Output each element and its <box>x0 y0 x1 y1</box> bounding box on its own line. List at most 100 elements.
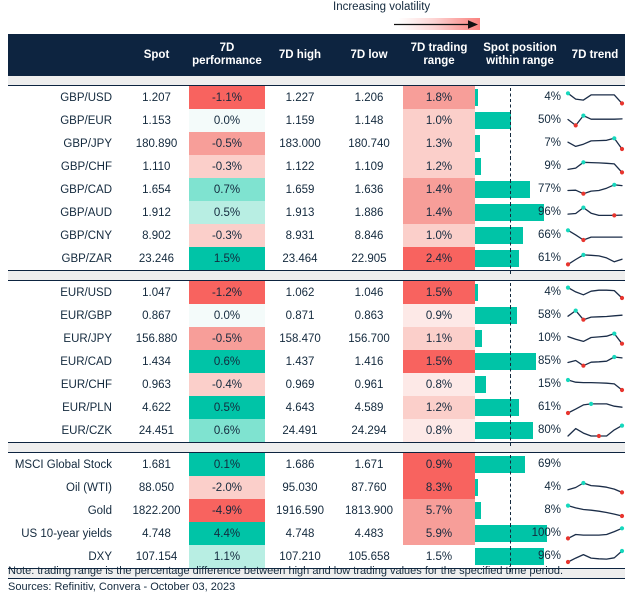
cell-7d-high: 1.437 <box>285 355 315 368</box>
column-header-7d-performance: 7D performance <box>189 34 265 76</box>
cell-7d-high: 95.030 <box>282 481 318 494</box>
cell-spot-position: 9% <box>475 155 565 182</box>
row-label: GBP/CHF <box>60 160 112 173</box>
table-row[interactable]: Oil (WTI) 88.050 -2.0% 95.030 87.760 8.3% 4% <box>8 476 625 503</box>
position-value: 96% <box>537 550 561 562</box>
cell-spot: 1822.200 <box>132 504 181 517</box>
cell-7d-trend <box>565 247 625 271</box>
cell-7d-trading-range: 2.4% <box>403 247 475 271</box>
footer: Note: trading range is the percentage di… <box>8 563 628 595</box>
header-range-line1: 7D trading <box>410 42 468 54</box>
cell-spot-position: 85% <box>475 350 565 377</box>
sparkline-icon <box>567 354 623 368</box>
cell-7d-performance: -1.1% <box>189 85 265 109</box>
cell-7d-performance: -0.5% <box>189 132 265 155</box>
cell-7d-performance: 4.4% <box>189 522 265 545</box>
cell-7d-low: 1813.900 <box>345 504 393 517</box>
table-row[interactable]: EUR/CHF 0.963 -0.4% 0.969 0.961 0.8% 15% <box>8 373 625 400</box>
table-row[interactable]: GBP/AUD 1.912 0.5% 1.913 1.886 1.4% 96% <box>8 201 625 228</box>
cell-7d-performance: 0.0% <box>189 109 265 132</box>
cell-7d-low: 1.886 <box>354 206 384 219</box>
cell-spot: 1.434 <box>142 355 171 368</box>
position-bar-track <box>475 375 547 400</box>
column-header-name <box>8 34 124 76</box>
cell-7d-trading-range: 0.8% <box>403 419 475 443</box>
position-value: 4% <box>544 286 561 298</box>
cell-7d-high: 8.931 <box>285 229 315 242</box>
table-row[interactable]: GBP/CAD 1.654 0.7% 1.659 1.636 1.4% 77% <box>8 178 625 205</box>
cell-7d-trend <box>565 304 625 327</box>
arrow-right-icon <box>394 20 478 29</box>
cell-7d-trading-range: 1.3% <box>403 132 475 155</box>
row-label: GBP/USD <box>60 91 112 104</box>
column-header-7d-high: 7D high <box>265 34 335 76</box>
row-label: EUR/GBP <box>60 309 112 322</box>
cell-7d-trend <box>565 476 625 499</box>
position-bar-track <box>475 157 547 182</box>
table-row[interactable]: GBP/USD 1.207 -1.1% 1.227 1.206 1.8% 4% <box>8 85 625 113</box>
position-value: 10% <box>537 332 561 344</box>
position-value: 80% <box>537 424 561 436</box>
cell-spot: 23.246 <box>138 252 175 265</box>
table-row[interactable]: GBP/ZAR 23.246 1.5% 23.464 22.905 2.4% 61% <box>8 247 625 274</box>
cell-7d-low: 8.846 <box>354 229 384 242</box>
cell-spot-position: 77% <box>475 178 565 205</box>
position-bar-fill <box>475 353 536 370</box>
cell-spot: 4.622 <box>142 401 171 414</box>
position-bar-track <box>475 283 547 308</box>
position-bar-fill <box>475 422 533 439</box>
midpoint-marker <box>510 421 511 446</box>
cell-7d-trend <box>565 132 625 155</box>
cell-7d-trading-range: 1.8% <box>403 85 475 109</box>
cell-spot: 0.867 <box>142 309 171 322</box>
sparkline-icon <box>565 401 623 416</box>
position-value: 69% <box>537 458 561 470</box>
cell-7d-trend <box>565 178 625 201</box>
position-value: 4% <box>544 481 561 493</box>
table-row[interactable]: GBP/CNY 8.902 -0.3% 8.931 8.846 1.0% 66% <box>8 224 625 251</box>
table-row[interactable]: Gold 1822.200 -4.9% 1916.590 1813.900 5.7% 8% <box>8 499 625 526</box>
table-row[interactable]: GBP/JPY 180.890 -0.5% 183.000 180.740 1.3% 7% <box>8 132 625 159</box>
cell-7d-trend <box>565 109 625 132</box>
cell-7d-trading-range: 1.2% <box>403 396 475 419</box>
table-row[interactable]: GBP/EUR 1.153 0.0% 1.159 1.148 1.0% 50% <box>8 109 625 136</box>
position-bar-fill <box>475 250 519 267</box>
cell-spot-position: 61% <box>475 247 565 274</box>
table-row[interactable]: EUR/PLN 4.622 0.5% 4.643 4.589 1.2% 61% <box>8 396 625 423</box>
sparkline-icon <box>567 331 625 346</box>
cell-7d-low: 156.700 <box>348 332 390 345</box>
table-row[interactable]: EUR/CAD 1.434 0.6% 1.437 1.416 1.5% 85% <box>8 350 625 377</box>
cell-7d-trading-range: 1.4% <box>403 178 475 201</box>
position-bar-fill <box>475 479 478 496</box>
cell-spot: 1.654 <box>142 183 171 196</box>
cell-7d-performance: 0.7% <box>189 178 265 201</box>
position-bar-fill <box>475 456 525 473</box>
column-header-spot: Spot <box>124 34 189 76</box>
table-row[interactable]: MSCI Global Stock 1.681 0.1% 1.686 1.671 0.9%… <box>8 452 625 480</box>
sparkline-icon <box>567 205 623 218</box>
table-row[interactable]: US 10-year yields 4.748 4.4% 4.748 4.483 5.9%… <box>8 522 625 549</box>
cell-7d-performance: 0.0% <box>189 304 265 327</box>
sparkline-icon <box>565 285 625 301</box>
cell-7d-performance: -0.5% <box>189 327 265 350</box>
table-row[interactable]: EUR/USD 1.047 -1.2% 1.062 1.046 1.5% 4% <box>8 280 625 308</box>
table-row[interactable]: GBP/CHF 1.110 -0.3% 1.122 1.109 1.2% 9% <box>8 155 625 182</box>
position-bar-fill <box>475 89 478 106</box>
position-bar-track <box>475 306 547 331</box>
table-row[interactable]: EUR/JPY 156.880 -0.5% 158.470 156.700 1.1% 10% <box>8 327 625 354</box>
table-row[interactable]: EUR/CZK 24.451 0.6% 24.491 24.294 0.8% 80% <box>8 419 625 446</box>
cell-7d-high: 0.871 <box>285 309 315 322</box>
table-row[interactable]: EUR/GBP 0.867 0.0% 0.871 0.863 0.9% 58% <box>8 304 625 331</box>
cell-7d-high: 1.227 <box>285 91 315 104</box>
cell-7d-low: 4.589 <box>354 401 384 414</box>
cell-spot: 1.681 <box>142 458 171 471</box>
cell-spot-position: 69% <box>475 453 565 480</box>
sparkline-icon <box>565 228 623 243</box>
row-label: GBP/EUR <box>60 114 112 127</box>
cell-7d-trading-range: 1.4% <box>403 201 475 224</box>
position-bar-track <box>475 180 547 205</box>
cell-7d-trend <box>565 373 625 396</box>
position-bar-fill <box>475 227 523 244</box>
row-label: Gold <box>87 504 112 517</box>
cell-spot-position: 80% <box>475 419 565 446</box>
